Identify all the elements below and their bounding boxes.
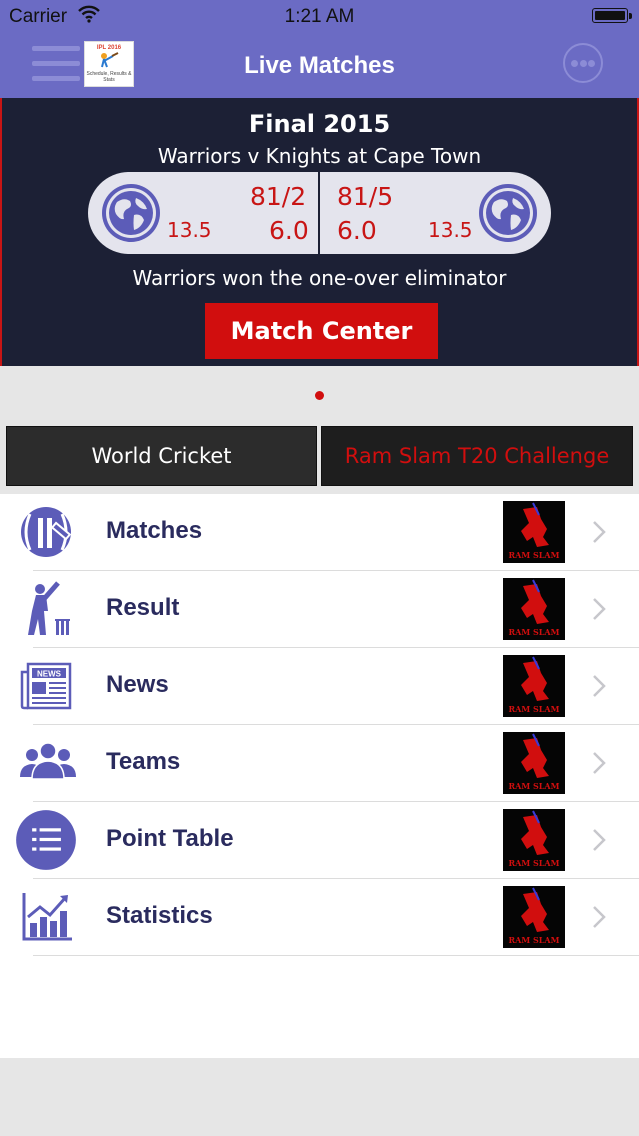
page-indicator-dot[interactable] [315, 391, 324, 400]
menu-item-label: Statistics [106, 902, 213, 929]
status-bar: Carrier 1:21 AM [0, 0, 639, 32]
menu-item-matches[interactable]: Matches RAM SLAM [0, 494, 639, 571]
team-left-globe-icon [102, 184, 160, 242]
menu-item-label: Teams [106, 748, 181, 775]
svg-text:NEWS: NEWS [37, 670, 62, 679]
menu-item-teams[interactable]: Teams RAM SLAM [0, 725, 639, 802]
more-options-icon[interactable] [563, 43, 603, 83]
fixture-label: Warriors v Knights at Cape Town [157, 144, 482, 168]
right-team-overs: 6.0 [337, 216, 377, 245]
left-team-overs: 6.0 [269, 216, 309, 245]
left-team-run-rate: 13.5 [167, 218, 212, 242]
menu-item-label: Point Table [106, 825, 234, 852]
bottom-area [0, 1058, 639, 1136]
chevron-right-icon [593, 521, 606, 543]
carousel-area [0, 366, 639, 426]
ram-slam-thumbnail: RAM SLAM [503, 732, 565, 794]
tab-bar: World Cricket Ram Slam T20 Challenge [0, 426, 639, 494]
team-icon [20, 742, 76, 780]
ram-slam-thumbnail: RAM SLAM [503, 886, 565, 948]
menu-item-result[interactable]: Result RAM SLAM [0, 571, 639, 648]
menu-list: Matches RAM SLAM Result RAM SLAM NEWS Ne… [0, 494, 639, 956]
right-team-score: 81/5 [337, 182, 394, 211]
scoreboard: 81/2 13.5 6.0 81/5 6.0 13.5 [88, 172, 551, 254]
ram-slam-thumbnail: RAM SLAM [503, 578, 565, 640]
left-team-score: 81/2 [250, 182, 307, 211]
menu-item-label: Result [106, 594, 180, 621]
page-title: Live Matches [244, 52, 395, 79]
chart-icon [22, 893, 72, 941]
chevron-right-icon [593, 598, 606, 620]
list-icon [16, 810, 76, 870]
chevron-right-icon [593, 675, 606, 697]
live-match-banner: Final 2015 Warriors v Knights at Cape To… [0, 98, 639, 366]
match-result: Warriors won the one-over eliminator [132, 266, 507, 290]
chevron-right-icon [593, 752, 606, 774]
tab-world-cricket[interactable]: World Cricket [6, 426, 317, 486]
ram-slam-thumbnail: RAM SLAM [503, 501, 565, 563]
tab-ram-slam-t20[interactable]: Ram Slam T20 Challenge [321, 426, 633, 486]
ram-slam-thumbnail: RAM SLAM [503, 655, 565, 717]
batsman-icon [28, 581, 70, 635]
cricket-ball-icon [21, 507, 72, 557]
menu-item-point-table[interactable]: Point Table RAM SLAM [0, 802, 639, 879]
ram-slam-thumbnail: RAM SLAM [503, 809, 565, 871]
score-divider [318, 172, 320, 254]
newspaper-icon: NEWS [20, 662, 72, 710]
battery-icon [592, 8, 632, 23]
menu-item-statistics[interactable]: Statistics RAM SLAM [0, 879, 639, 956]
menu-item-label: News [106, 671, 169, 698]
clock: 1:21 AM [284, 6, 355, 27]
right-team-run-rate: 13.5 [428, 218, 473, 242]
chevron-right-icon [593, 906, 606, 928]
menu-item-label: Matches [106, 517, 203, 544]
match-center-button[interactable]: Match Center [205, 303, 438, 359]
chevron-right-icon [593, 829, 606, 851]
team-right-globe-icon [479, 184, 537, 242]
menu-item-news[interactable]: NEWS News RAM SLAM [0, 648, 639, 725]
match-title: Final 2015 [248, 110, 391, 138]
nav-bar: IPL 2016 Schedule, Results & Stats Live … [0, 32, 639, 98]
